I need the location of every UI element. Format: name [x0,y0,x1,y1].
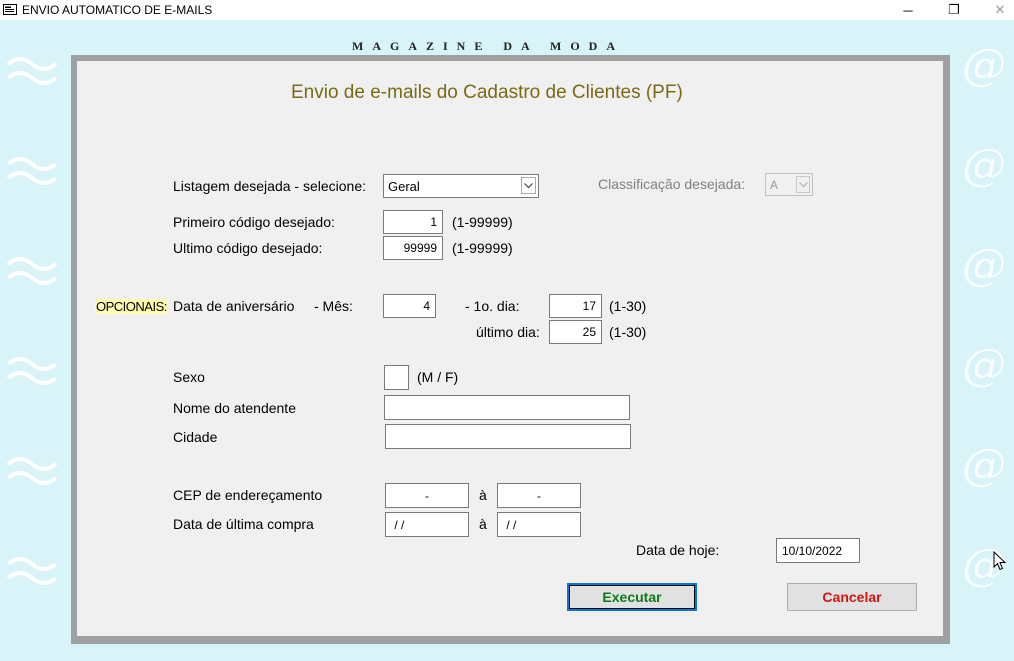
ultimo-codigo-input[interactable]: 99999 [383,236,443,260]
wave-decoration-icon [6,557,58,585]
primeiro-dia-input[interactable]: 17 [549,294,602,318]
wave-decoration-icon [6,257,58,285]
ultima-compra-label: Data de última compra [173,516,314,532]
title-bar: ENVIO AUTOMATICO DE E-MAILS ─ ❐ ✕ [0,0,1014,20]
primeiro-codigo-label: Primeiro código desejado: [173,214,335,230]
wave-decoration-icon [6,357,58,385]
ultimo-dia-range: (1-30) [609,324,647,340]
at-sign-decoration-icon: @ [962,340,1006,391]
page-title: Envio de e-mails do Cadastro de Clientes… [291,82,683,103]
chevron-down-icon[interactable] [521,177,536,194]
restore-icon: ❐ [948,2,960,17]
cep-to-input[interactable]: - [497,483,581,508]
atendente-input[interactable] [384,395,630,420]
restore-button[interactable]: ❐ [931,0,977,20]
data-hoje-label: Data de hoje: [636,542,720,558]
ultima-compra-separator: à [479,516,487,532]
cep-label: CEP de endereçamento [173,487,323,503]
primeiro-codigo-range: (1-99999) [452,214,513,230]
primeiro-dia-label: - 1o. dia: [465,298,520,314]
app-icon [3,4,17,15]
mes-label: - Mês: [314,298,353,314]
sexo-hint: (M / F) [417,369,459,385]
wave-decoration-icon [6,457,58,485]
classificacao-select[interactable]: A [765,173,813,196]
at-sign-decoration-icon: @ [962,40,1006,91]
sexo-input[interactable] [384,365,409,390]
brand-title: MAGAZINE DA MODA [352,39,624,53]
mouse-pointer-icon [993,551,1007,571]
listagem-label: Listagem desejada - selecione: [173,178,367,194]
ultima-compra-to-input[interactable]: / / [497,512,581,537]
ultimo-codigo-label: Ultimo código desejado: [173,240,323,256]
executar-label: Executar [602,589,662,605]
ultimo-codigo-range: (1-99999) [452,240,513,256]
cep-from-input[interactable]: - [385,483,469,508]
at-sign-decoration-icon: @ [962,140,1006,191]
mes-input[interactable]: 4 [383,294,436,318]
cidade-input[interactable] [385,424,631,449]
wave-decoration-icon [6,157,58,185]
close-button[interactable]: ✕ [977,0,1014,20]
aniversario-label: Data de aniversário [173,298,295,314]
ultimo-dia-label: último dia: [476,324,540,340]
sexo-label: Sexo [173,369,205,385]
minimize-button[interactable]: ─ [885,0,931,20]
ultimo-dia-input[interactable]: 25 [549,320,602,344]
cep-separator: à [479,487,487,503]
minimize-icon: ─ [903,2,913,18]
classificacao-value: A [770,177,779,192]
cancelar-label: Cancelar [822,589,882,605]
atendente-label: Nome do atendente [173,400,296,416]
data-hoje-input[interactable]: 10/10/2022 [776,538,860,563]
classificacao-label: Classificação desejada: [598,176,746,192]
executar-button[interactable]: Executar [567,583,697,611]
primeiro-codigo-input[interactable]: 1 [383,210,443,234]
primeiro-dia-range: (1-30) [609,298,647,314]
cidade-label: Cidade [173,429,218,445]
window-title: ENVIO AUTOMATICO DE E-MAILS [22,3,213,17]
opcionais-label: OPCIONAIS: [95,299,168,314]
wave-decoration-icon [6,57,58,85]
listagem-value: Geral [388,178,420,194]
listagem-select[interactable]: Geral [383,174,539,198]
ultima-compra-from-input[interactable]: / / [385,512,469,537]
cancelar-button[interactable]: Cancelar [787,583,917,611]
at-sign-decoration-icon: @ [962,440,1006,491]
chevron-down-icon[interactable] [796,176,810,193]
at-sign-decoration-icon: @ [962,240,1006,291]
close-icon: ✕ [994,2,1006,17]
